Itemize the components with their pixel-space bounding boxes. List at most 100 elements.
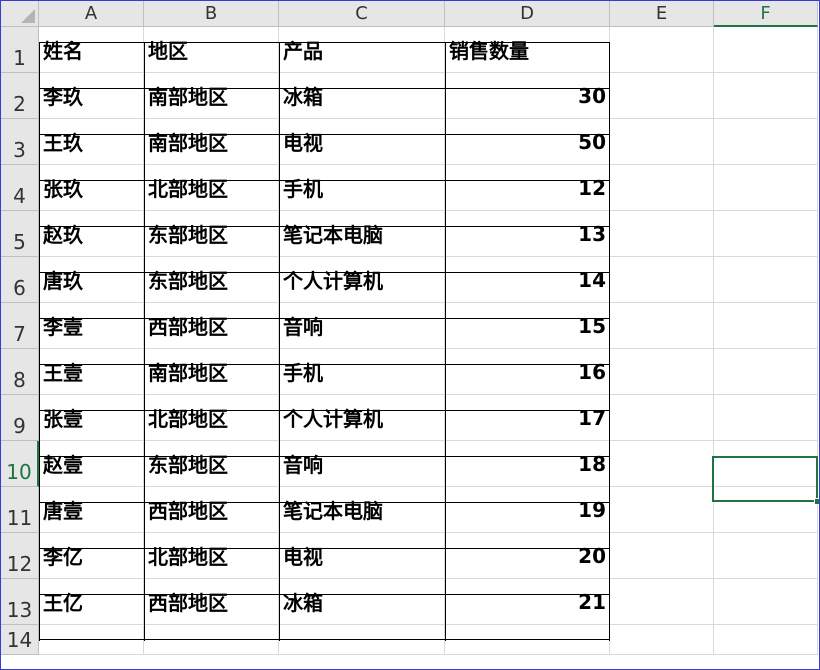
cell-a12[interactable]: 李亿 (39, 533, 144, 579)
column-header-f[interactable]: F (714, 1, 818, 27)
cell-d14[interactable] (445, 625, 610, 655)
column-header-d[interactable]: D (445, 1, 610, 27)
column-header-b[interactable]: B (144, 1, 279, 27)
cell-b2[interactable]: 南部地区 (144, 73, 279, 119)
row-header-9[interactable]: 9 (1, 395, 39, 441)
cell-d10[interactable]: 18 (445, 441, 610, 487)
cell-e9[interactable] (610, 395, 714, 441)
cell-f4[interactable] (714, 165, 818, 211)
cell-b14[interactable] (144, 625, 279, 655)
row-header-8[interactable]: 8 (1, 349, 39, 395)
cell-f12[interactable] (714, 533, 818, 579)
cell-e6[interactable] (610, 257, 714, 303)
cell-a9[interactable]: 张壹 (39, 395, 144, 441)
cell-c1[interactable]: 产品 (279, 27, 445, 73)
select-all-corner[interactable] (1, 1, 39, 27)
cell-d3[interactable]: 50 (445, 119, 610, 165)
cell-c8[interactable]: 手机 (279, 349, 445, 395)
row-header-13[interactable]: 13 (1, 579, 39, 625)
row-header-6[interactable]: 6 (1, 257, 39, 303)
cell-f8[interactable] (714, 349, 818, 395)
cell-d2[interactable]: 30 (445, 73, 610, 119)
row-header-12[interactable]: 12 (1, 533, 39, 579)
cell-b4[interactable]: 北部地区 (144, 165, 279, 211)
cell-c5[interactable]: 笔记本电脑 (279, 211, 445, 257)
cell-f6[interactable] (714, 257, 818, 303)
cell-a13[interactable]: 王亿 (39, 579, 144, 625)
cell-b6[interactable]: 东部地区 (144, 257, 279, 303)
cell-a3[interactable]: 王玖 (39, 119, 144, 165)
cell-b11[interactable]: 西部地区 (144, 487, 279, 533)
cell-b3[interactable]: 南部地区 (144, 119, 279, 165)
column-header-c[interactable]: C (279, 1, 445, 27)
cell-c12[interactable]: 电视 (279, 533, 445, 579)
row-header-3[interactable]: 3 (1, 119, 39, 165)
cell-c3[interactable]: 电视 (279, 119, 445, 165)
cell-f13[interactable] (714, 579, 818, 625)
cell-c9[interactable]: 个人计算机 (279, 395, 445, 441)
row-header-4[interactable]: 4 (1, 165, 39, 211)
cell-f2[interactable] (714, 73, 818, 119)
cell-e13[interactable] (610, 579, 714, 625)
cell-c7[interactable]: 音响 (279, 303, 445, 349)
cell-d4[interactable]: 12 (445, 165, 610, 211)
column-header-a[interactable]: A (39, 1, 144, 27)
row-header-11[interactable]: 11 (1, 487, 39, 533)
cell-b5[interactable]: 东部地区 (144, 211, 279, 257)
cell-e7[interactable] (610, 303, 714, 349)
cell-a5[interactable]: 赵玖 (39, 211, 144, 257)
cell-a10[interactable]: 赵壹 (39, 441, 144, 487)
column-header-e[interactable]: E (610, 1, 714, 27)
cell-e5[interactable] (610, 211, 714, 257)
cell-d6[interactable]: 14 (445, 257, 610, 303)
cell-b9[interactable]: 北部地区 (144, 395, 279, 441)
cell-e12[interactable] (610, 533, 714, 579)
cell-b13[interactable]: 西部地区 (144, 579, 279, 625)
cell-b10[interactable]: 东部地区 (144, 441, 279, 487)
cell-f1[interactable] (714, 27, 818, 73)
cell-c14[interactable] (279, 625, 445, 655)
cell-a1[interactable]: 姓名 (39, 27, 144, 73)
fill-handle[interactable] (814, 498, 819, 505)
cell-a8[interactable]: 王壹 (39, 349, 144, 395)
cell-b12[interactable]: 北部地区 (144, 533, 279, 579)
cell-e11[interactable] (610, 487, 714, 533)
cell-d5[interactable]: 13 (445, 211, 610, 257)
cell-d11[interactable]: 19 (445, 487, 610, 533)
cell-c6[interactable]: 个人计算机 (279, 257, 445, 303)
row-header-14[interactable]: 14 (1, 625, 39, 655)
cell-e14[interactable] (610, 625, 714, 655)
cell-f5[interactable] (714, 211, 818, 257)
row-header-2[interactable]: 2 (1, 73, 39, 119)
cell-a6[interactable]: 唐玖 (39, 257, 144, 303)
cell-d8[interactable]: 16 (445, 349, 610, 395)
cell-e2[interactable] (610, 73, 714, 119)
cell-c13[interactable]: 冰箱 (279, 579, 445, 625)
cell-f9[interactable] (714, 395, 818, 441)
cell-d7[interactable]: 15 (445, 303, 610, 349)
selected-cell-F10[interactable] (712, 456, 818, 502)
cell-a4[interactable]: 张玖 (39, 165, 144, 211)
cell-e10[interactable] (610, 441, 714, 487)
row-header-5[interactable]: 5 (1, 211, 39, 257)
row-header-10[interactable]: 10 (1, 441, 39, 487)
cell-f7[interactable] (714, 303, 818, 349)
cell-e3[interactable] (610, 119, 714, 165)
cell-d1[interactable]: 销售数量 (445, 27, 610, 73)
cell-f14[interactable] (714, 625, 818, 655)
cell-d12[interactable]: 20 (445, 533, 610, 579)
cell-d9[interactable]: 17 (445, 395, 610, 441)
cell-a7[interactable]: 李壹 (39, 303, 144, 349)
cell-e8[interactable] (610, 349, 714, 395)
cell-b1[interactable]: 地区 (144, 27, 279, 73)
cell-c10[interactable]: 音响 (279, 441, 445, 487)
cell-b8[interactable]: 南部地区 (144, 349, 279, 395)
cell-f3[interactable] (714, 119, 818, 165)
cell-b7[interactable]: 西部地区 (144, 303, 279, 349)
cell-a14[interactable] (39, 625, 144, 655)
cell-e1[interactable] (610, 27, 714, 73)
cell-c2[interactable]: 冰箱 (279, 73, 445, 119)
cell-a11[interactable]: 唐壹 (39, 487, 144, 533)
cell-c11[interactable]: 笔记本电脑 (279, 487, 445, 533)
cell-d13[interactable]: 21 (445, 579, 610, 625)
